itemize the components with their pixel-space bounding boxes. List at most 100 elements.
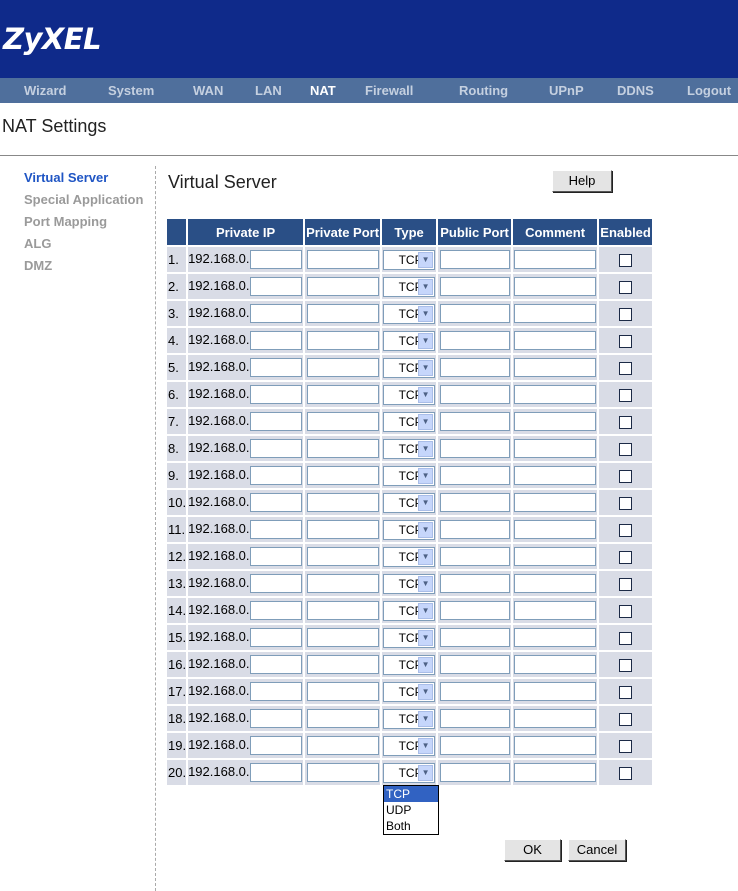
chevron-down-icon[interactable]: ▼ <box>418 413 434 430</box>
enabled-checkbox[interactable] <box>619 578 633 592</box>
enabled-checkbox[interactable] <box>619 632 633 646</box>
private-port-input[interactable] <box>306 385 379 404</box>
private-port-input[interactable] <box>306 439 379 458</box>
chevron-down-icon[interactable]: ▼ <box>418 575 434 592</box>
chevron-down-icon[interactable]: ▼ <box>418 656 434 673</box>
chevron-down-icon[interactable]: ▼ <box>418 467 434 484</box>
public-port-input[interactable] <box>439 682 510 701</box>
type-select[interactable]: TCP ▼ <box>383 330 436 351</box>
enabled-checkbox[interactable] <box>619 308 633 322</box>
enabled-checkbox[interactable] <box>619 389 633 403</box>
public-port-input[interactable] <box>439 520 510 539</box>
enabled-checkbox[interactable] <box>619 254 633 268</box>
type-select[interactable]: TCP ▼ <box>383 276 436 297</box>
chevron-down-icon[interactable]: ▼ <box>418 521 434 538</box>
nav-routing[interactable]: Routing <box>459 83 508 98</box>
public-port-input[interactable] <box>439 655 510 674</box>
private-ip-input[interactable] <box>249 277 302 296</box>
type-select[interactable]: TCP ▼ <box>383 735 436 756</box>
private-ip-input[interactable] <box>249 628 302 647</box>
comment-input[interactable] <box>514 655 597 674</box>
enabled-checkbox[interactable] <box>619 551 633 565</box>
chevron-down-icon[interactable]: ▼ <box>418 710 434 727</box>
nav-lan[interactable]: LAN <box>255 83 282 98</box>
comment-input[interactable] <box>514 763 597 782</box>
nav-logout[interactable]: Logout <box>687 83 731 98</box>
private-ip-input[interactable] <box>249 439 302 458</box>
chevron-down-icon[interactable]: ▼ <box>418 737 434 754</box>
sidebar-item-dmz[interactable]: DMZ <box>24 258 52 273</box>
type-select[interactable]: TCP ▼ <box>383 654 436 675</box>
private-port-input[interactable] <box>306 277 379 296</box>
comment-input[interactable] <box>514 412 597 431</box>
enabled-checkbox[interactable] <box>619 362 633 376</box>
comment-input[interactable] <box>514 250 597 269</box>
type-select[interactable]: TCP ▼ <box>383 762 436 783</box>
public-port-input[interactable] <box>439 412 510 431</box>
public-port-input[interactable] <box>439 277 510 296</box>
private-ip-input[interactable] <box>249 466 302 485</box>
chevron-down-icon[interactable]: ▼ <box>418 764 434 781</box>
sidebar-item-alg[interactable]: ALG <box>24 236 51 251</box>
nav-system[interactable]: System <box>108 83 154 98</box>
public-port-input[interactable] <box>439 574 510 593</box>
type-select[interactable]: TCP ▼ <box>383 681 436 702</box>
enabled-checkbox[interactable] <box>619 416 633 430</box>
private-ip-input[interactable] <box>249 655 302 674</box>
private-port-input[interactable] <box>306 412 379 431</box>
chevron-down-icon[interactable]: ▼ <box>418 386 434 403</box>
enabled-checkbox[interactable] <box>619 443 633 457</box>
public-port-input[interactable] <box>439 493 510 512</box>
public-port-input[interactable] <box>439 304 510 323</box>
nav-wizard[interactable]: Wizard <box>24 83 67 98</box>
public-port-input[interactable] <box>439 736 510 755</box>
public-port-input[interactable] <box>439 547 510 566</box>
chevron-down-icon[interactable]: ▼ <box>418 602 434 619</box>
cancel-button[interactable]: Cancel <box>568 839 626 861</box>
type-select[interactable]: TCP ▼ <box>383 357 436 378</box>
private-ip-input[interactable] <box>249 520 302 539</box>
nav-upnp[interactable]: UPnP <box>549 83 584 98</box>
public-port-input[interactable] <box>439 331 510 350</box>
public-port-input[interactable] <box>439 466 510 485</box>
comment-input[interactable] <box>514 439 597 458</box>
private-port-input[interactable] <box>306 763 379 782</box>
comment-input[interactable] <box>514 736 597 755</box>
comment-input[interactable] <box>514 277 597 296</box>
enabled-checkbox[interactable] <box>619 605 633 619</box>
nav-firewall[interactable]: Firewall <box>365 83 413 98</box>
enabled-checkbox[interactable] <box>619 470 633 484</box>
enabled-checkbox[interactable] <box>619 740 633 754</box>
private-port-input[interactable] <box>306 466 379 485</box>
type-select[interactable]: TCP ▼ <box>383 546 436 567</box>
comment-input[interactable] <box>514 385 597 404</box>
private-port-input[interactable] <box>306 304 379 323</box>
enabled-checkbox[interactable] <box>619 524 633 538</box>
public-port-input[interactable] <box>439 628 510 647</box>
private-ip-input[interactable] <box>249 736 302 755</box>
enabled-checkbox[interactable] <box>619 713 633 727</box>
help-button[interactable]: Help <box>552 170 612 192</box>
chevron-down-icon[interactable]: ▼ <box>418 305 434 322</box>
private-port-input[interactable] <box>306 682 379 701</box>
public-port-input[interactable] <box>439 601 510 620</box>
public-port-input[interactable] <box>439 358 510 377</box>
private-ip-input[interactable] <box>249 331 302 350</box>
private-ip-input[interactable] <box>249 574 302 593</box>
type-select[interactable]: TCP ▼ <box>383 519 436 540</box>
private-ip-input[interactable] <box>249 601 302 620</box>
comment-input[interactable] <box>514 709 597 728</box>
private-port-input[interactable] <box>306 520 379 539</box>
nav-nat[interactable]: NAT <box>310 83 336 98</box>
enabled-checkbox[interactable] <box>619 686 633 700</box>
sidebar-item-port-mapping[interactable]: Port Mapping <box>24 214 107 229</box>
dropdown-option-both[interactable]: Both <box>384 818 438 834</box>
private-ip-input[interactable] <box>249 763 302 782</box>
public-port-input[interactable] <box>439 250 510 269</box>
dropdown-option-tcp[interactable]: TCP <box>384 786 438 802</box>
comment-input[interactable] <box>514 358 597 377</box>
dropdown-option-udp[interactable]: UDP <box>384 802 438 818</box>
public-port-input[interactable] <box>439 709 510 728</box>
nav-ddns[interactable]: DDNS <box>617 83 654 98</box>
chevron-down-icon[interactable]: ▼ <box>418 494 434 511</box>
